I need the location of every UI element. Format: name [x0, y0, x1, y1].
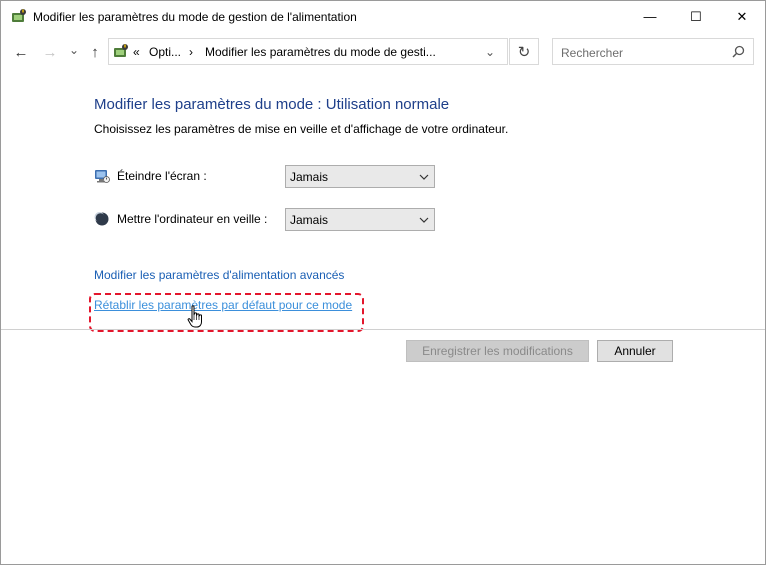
chevron-down-icon: ⌄: [68, 43, 80, 57]
forward-button[interactable]: →: [41, 43, 59, 61]
breadcrumb-overflow[interactable]: «: [133, 45, 140, 59]
title-bar: Modifier les paramètres du mode de gesti…: [1, 1, 765, 32]
maximize-button[interactable]: ☐: [673, 1, 719, 32]
up-arrow-icon: ↑: [91, 43, 99, 61]
highlight-box: [89, 293, 364, 332]
breadcrumb-item-current[interactable]: Modifier les paramètres du mode de gesti…: [205, 45, 436, 59]
address-bar[interactable]: « Opti... › Modifier les paramètres du m…: [108, 38, 508, 65]
monitor-icon: [95, 170, 110, 183]
close-icon: ✕: [736, 8, 748, 24]
save-button[interactable]: Enregistrer les modifications: [406, 340, 589, 362]
window: Modifier les paramètres du mode de gesti…: [0, 0, 766, 565]
address-dropdown-icon[interactable]: ⌄: [485, 45, 495, 59]
cancel-button[interactable]: Annuler: [597, 340, 673, 362]
sleep-label: Mettre l'ordinateur en veille :: [117, 212, 268, 226]
divider: [1, 329, 765, 330]
minimize-button[interactable]: —: [627, 1, 673, 32]
chevron-down-icon: [419, 217, 429, 223]
address-row: ← → ⌄ ↑ « Opti... › Modifier les paramèt…: [1, 35, 765, 69]
back-arrow-icon: ←: [13, 43, 29, 61]
sleep-value: Jamais: [290, 213, 329, 227]
screen-off-label: Éteindre l'écran :: [117, 169, 207, 183]
power-options-icon: [114, 44, 128, 57]
chevron-down-icon: [419, 174, 429, 180]
power-options-icon: [12, 9, 26, 22]
minimize-icon: —: [643, 9, 657, 24]
refresh-icon: ↻: [517, 43, 531, 61]
window-title: Modifier les paramètres du mode de gesti…: [33, 10, 357, 24]
advanced-settings-link[interactable]: Modifier les paramètres d'alimentation a…: [94, 268, 344, 282]
breadcrumb-separator[interactable]: ›: [189, 45, 193, 59]
screen-off-value: Jamais: [290, 170, 329, 184]
search-box: [552, 38, 754, 66]
maximize-icon: ☐: [690, 8, 702, 24]
page-title: Modifier les paramètres du mode : Utilis…: [94, 96, 450, 113]
sleep-moon-icon: [94, 212, 109, 226]
forward-arrow-icon: →: [42, 43, 58, 61]
sleep-select[interactable]: Jamais: [285, 208, 435, 231]
back-button[interactable]: ←: [12, 43, 30, 61]
close-button[interactable]: ✕: [719, 1, 765, 32]
screen-off-select[interactable]: Jamais: [285, 165, 435, 188]
search-input[interactable]: [553, 39, 733, 66]
page-subtitle: Choisissez les paramètres de mise en vei…: [94, 122, 509, 136]
recent-locations-button[interactable]: ⌄: [65, 41, 83, 59]
refresh-button[interactable]: ↻: [509, 38, 539, 65]
breadcrumb-item-options[interactable]: Opti...: [149, 45, 181, 59]
hand-cursor-icon: [187, 305, 202, 328]
search-icon[interactable]: [732, 45, 745, 58]
up-button[interactable]: ↑: [86, 43, 104, 61]
